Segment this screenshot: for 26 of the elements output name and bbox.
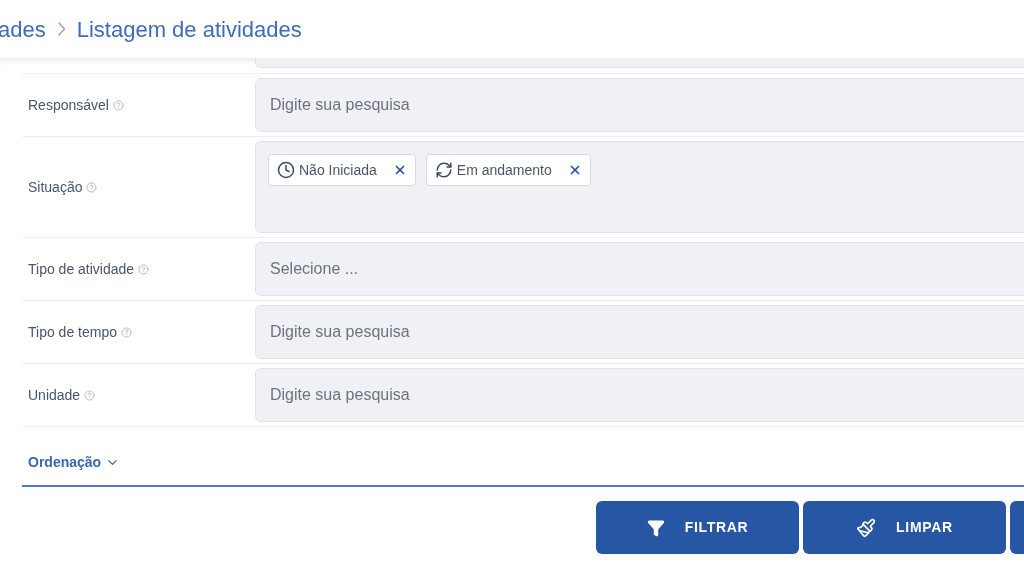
brush-icon (856, 517, 877, 538)
chevron-right-icon (57, 22, 65, 36)
action-button[interactable]: LIMPAR (803, 501, 1006, 554)
field-label: Responsável (28, 95, 109, 115)
status-tag: Não Iniciada (268, 154, 416, 186)
field-label: Unidade (28, 385, 81, 405)
page-title: Listagem de atividades (76, 15, 302, 44)
help-icon[interactable] (84, 389, 96, 401)
help-icon[interactable] (121, 326, 132, 338)
help-icon[interactable] (138, 263, 150, 275)
field-label: Situação (28, 177, 83, 197)
search-field[interactable]: Digite sua pesquisa (255, 305, 1024, 359)
sorting-toggle[interactable]: Ordenação (28, 452, 121, 473)
filter-icon (646, 518, 665, 537)
search-field[interactable]: Digite sua pesquisa (255, 368, 1024, 422)
refresh-icon (434, 161, 453, 179)
field-label: Tipo de tempo (28, 322, 117, 342)
help-icon[interactable] (112, 99, 124, 111)
search-field[interactable]: Digite sua pesquisa (255, 78, 1024, 132)
status-tag: Em andamento (425, 154, 591, 186)
field-label: Tipo de atividade (28, 259, 135, 279)
action-button[interactable]: FILTRAR (596, 501, 799, 554)
help-icon[interactable] (86, 181, 98, 193)
select-field[interactable]: Selecione ... (255, 242, 1024, 296)
tag-field[interactable]: Não Iniciada Em andamento (255, 141, 1024, 233)
clock-icon (277, 161, 295, 179)
